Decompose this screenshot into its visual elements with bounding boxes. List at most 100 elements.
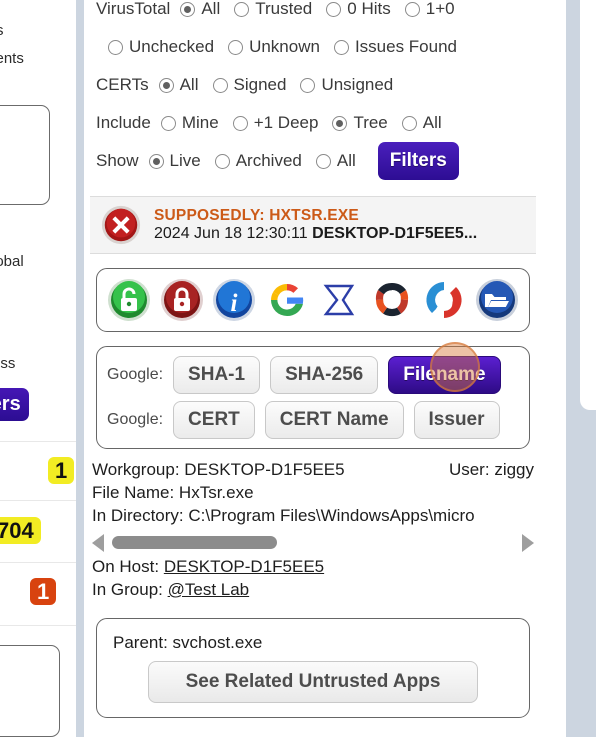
radio-option-include-1deep[interactable]: +1 Deep [232, 113, 318, 133]
radio-icon[interactable] [234, 1, 250, 17]
green-unlock-icon[interactable] [107, 278, 151, 322]
radio-label: Live [169, 151, 201, 170]
radio-icon[interactable] [326, 1, 342, 17]
radio-option-certs-signed[interactable]: Signed [212, 75, 287, 95]
see-related-untrusted-apps-button[interactable]: See Related Untrusted Apps [148, 660, 478, 703]
in-group-link[interactable]: @Test Lab [168, 580, 250, 599]
radio-icon[interactable] [214, 153, 230, 169]
bg-badge-1: 704 [0, 517, 41, 545]
filters-button[interactable]: Filters [377, 142, 459, 180]
alert-timestamp: 2024 Jun 18 12:30:11 [154, 225, 308, 243]
in-group-line: In Group: @Test Lab [92, 579, 534, 602]
filename-label: File Name: [92, 482, 175, 502]
radio-icon[interactable] [158, 77, 174, 93]
radio-icon[interactable] [180, 1, 196, 17]
red-lock-icon[interactable] [160, 278, 204, 322]
google-label: Google: [107, 366, 164, 383]
radio-icon[interactable] [232, 115, 248, 131]
cert-name-button[interactable]: CERT Name [264, 401, 404, 439]
radio-label: Signed [233, 75, 287, 94]
issuer-button[interactable]: Issuer [413, 401, 500, 439]
open-folder-icon[interactable] [475, 278, 519, 322]
scroll-thumb[interactable] [112, 536, 277, 550]
tool-icon-row: i [107, 278, 519, 322]
filter-row-show: Show Live Archived All Filters [96, 142, 530, 180]
scroll-track[interactable] [112, 536, 514, 550]
filter-label: CERTs [96, 75, 149, 94]
radio-label: All [201, 0, 221, 18]
file-details: User: ziggy Workgroup: DESKTOP-D1F5EE5 F… [92, 459, 534, 528]
blue-info-icon[interactable]: i [212, 278, 256, 322]
bg-divider-3 [0, 562, 76, 563]
parent-process-card: Parent: svchost.exe See Related Untruste… [96, 617, 530, 718]
radio-icon[interactable] [332, 115, 348, 131]
radio-option-include-tree[interactable]: Tree [332, 113, 388, 133]
radio-icon[interactable] [315, 153, 331, 169]
radio-option-include-all[interactable]: All [401, 113, 442, 133]
radio-option-unknown[interactable]: Unknown [228, 37, 320, 57]
google-cert-row: Google: CERT CERT Name Issuer [107, 401, 519, 439]
radio-option-include-mine[interactable]: Mine [160, 113, 219, 133]
filter-label: VirusTotal [96, 0, 171, 18]
filename-button[interactable]: Filename [388, 356, 501, 394]
radio-option-show-all[interactable]: All [315, 151, 356, 171]
radio-label: Unsigned [321, 75, 394, 94]
radio-icon[interactable] [401, 115, 417, 131]
error-x-icon [100, 204, 142, 246]
radio-icon[interactable] [148, 153, 164, 169]
bg-divider-4 [0, 625, 76, 626]
radio-option-vt-0hits[interactable]: 0 Hits [326, 0, 391, 19]
filter-label: Show [96, 151, 139, 170]
radio-option-vt-trusted[interactable]: Trusted [234, 0, 312, 19]
google-lookup-card: Google: SHA-1 SHA-256 Filename Google: C… [96, 346, 530, 449]
bg-rounded-box-bottom [0, 645, 60, 737]
directory-horizontal-scrollbar[interactable] [92, 532, 534, 554]
tool-icon-card: i [96, 268, 530, 332]
left-background-column: s vents lobal ess ters 1 704 1 [0, 0, 84, 737]
bg-fragment-1: vents [0, 50, 24, 67]
radio-icon[interactable] [160, 115, 176, 131]
on-host-line: On Host: DESKTOP-D1F5EE5 [92, 556, 534, 579]
radio-icon[interactable] [333, 39, 349, 55]
radio-icon[interactable] [300, 77, 316, 93]
radio-option-vt-1plus[interactable]: 1+0 [404, 0, 455, 19]
radio-option-issues-found[interactable]: Issues Found [333, 37, 457, 57]
virustotal-icon[interactable] [370, 278, 414, 322]
sophos-s-icon[interactable] [422, 278, 466, 322]
user-label: User: [448, 460, 490, 479]
alert-banner[interactable]: SUPPOSEDLY: HXTSR.EXE 2024 Jun 18 12:30:… [90, 196, 536, 254]
sha256-button[interactable]: SHA-256 [270, 356, 379, 394]
screen-root: s vents lobal ess ters 1 704 1 VirusTota… [0, 0, 596, 737]
cert-button[interactable]: CERT [173, 401, 255, 439]
sigma-icon[interactable] [317, 278, 361, 322]
radio-option-show-archived[interactable]: Archived [214, 151, 302, 171]
directory-value: C:\Program Files\WindowsApps\micro [188, 505, 475, 525]
alert-host: DESKTOP-D1F5EE5... [312, 225, 478, 243]
radio-icon[interactable] [404, 1, 420, 17]
sha1-button[interactable]: SHA-1 [173, 356, 261, 394]
radio-icon[interactable] [228, 39, 244, 55]
google-hash-row: Google: SHA-1 SHA-256 Filename [107, 356, 519, 394]
on-host-link[interactable]: DESKTOP-D1F5EE5 [164, 557, 324, 576]
radio-option-show-live[interactable]: Live [148, 151, 201, 171]
bg-divider-1 [0, 441, 76, 442]
scroll-right-arrow-icon[interactable] [522, 533, 534, 552]
workgroup-label: Workgroup: [92, 460, 180, 479]
google-g-icon[interactable] [265, 278, 309, 322]
main-scroll-panel[interactable]: VirusTotal All Trusted 0 Hits 1+0 Unchec… [84, 0, 566, 737]
user-value: ziggy [494, 460, 534, 479]
radio-label: Archived [235, 151, 302, 170]
bg-badge-0: 1 [48, 457, 75, 485]
directory-label: In Directory: [92, 505, 184, 525]
radio-label: All [336, 151, 356, 170]
radio-icon[interactable] [212, 77, 228, 93]
bg-filters-button[interactable]: ters [0, 388, 29, 421]
radio-option-certs-all[interactable]: All [158, 75, 199, 95]
alert-text: SUPPOSEDLY: HXTSR.EXE 2024 Jun 18 12:30:… [154, 207, 477, 244]
radio-label: Trusted [255, 0, 313, 18]
radio-option-certs-unsigned[interactable]: Unsigned [300, 75, 393, 95]
radio-option-unchecked[interactable]: Unchecked [108, 37, 214, 57]
radio-option-vt-all[interactable]: All [180, 0, 220, 19]
radio-icon[interactable] [108, 39, 123, 55]
scroll-left-arrow-icon[interactable] [92, 533, 104, 552]
